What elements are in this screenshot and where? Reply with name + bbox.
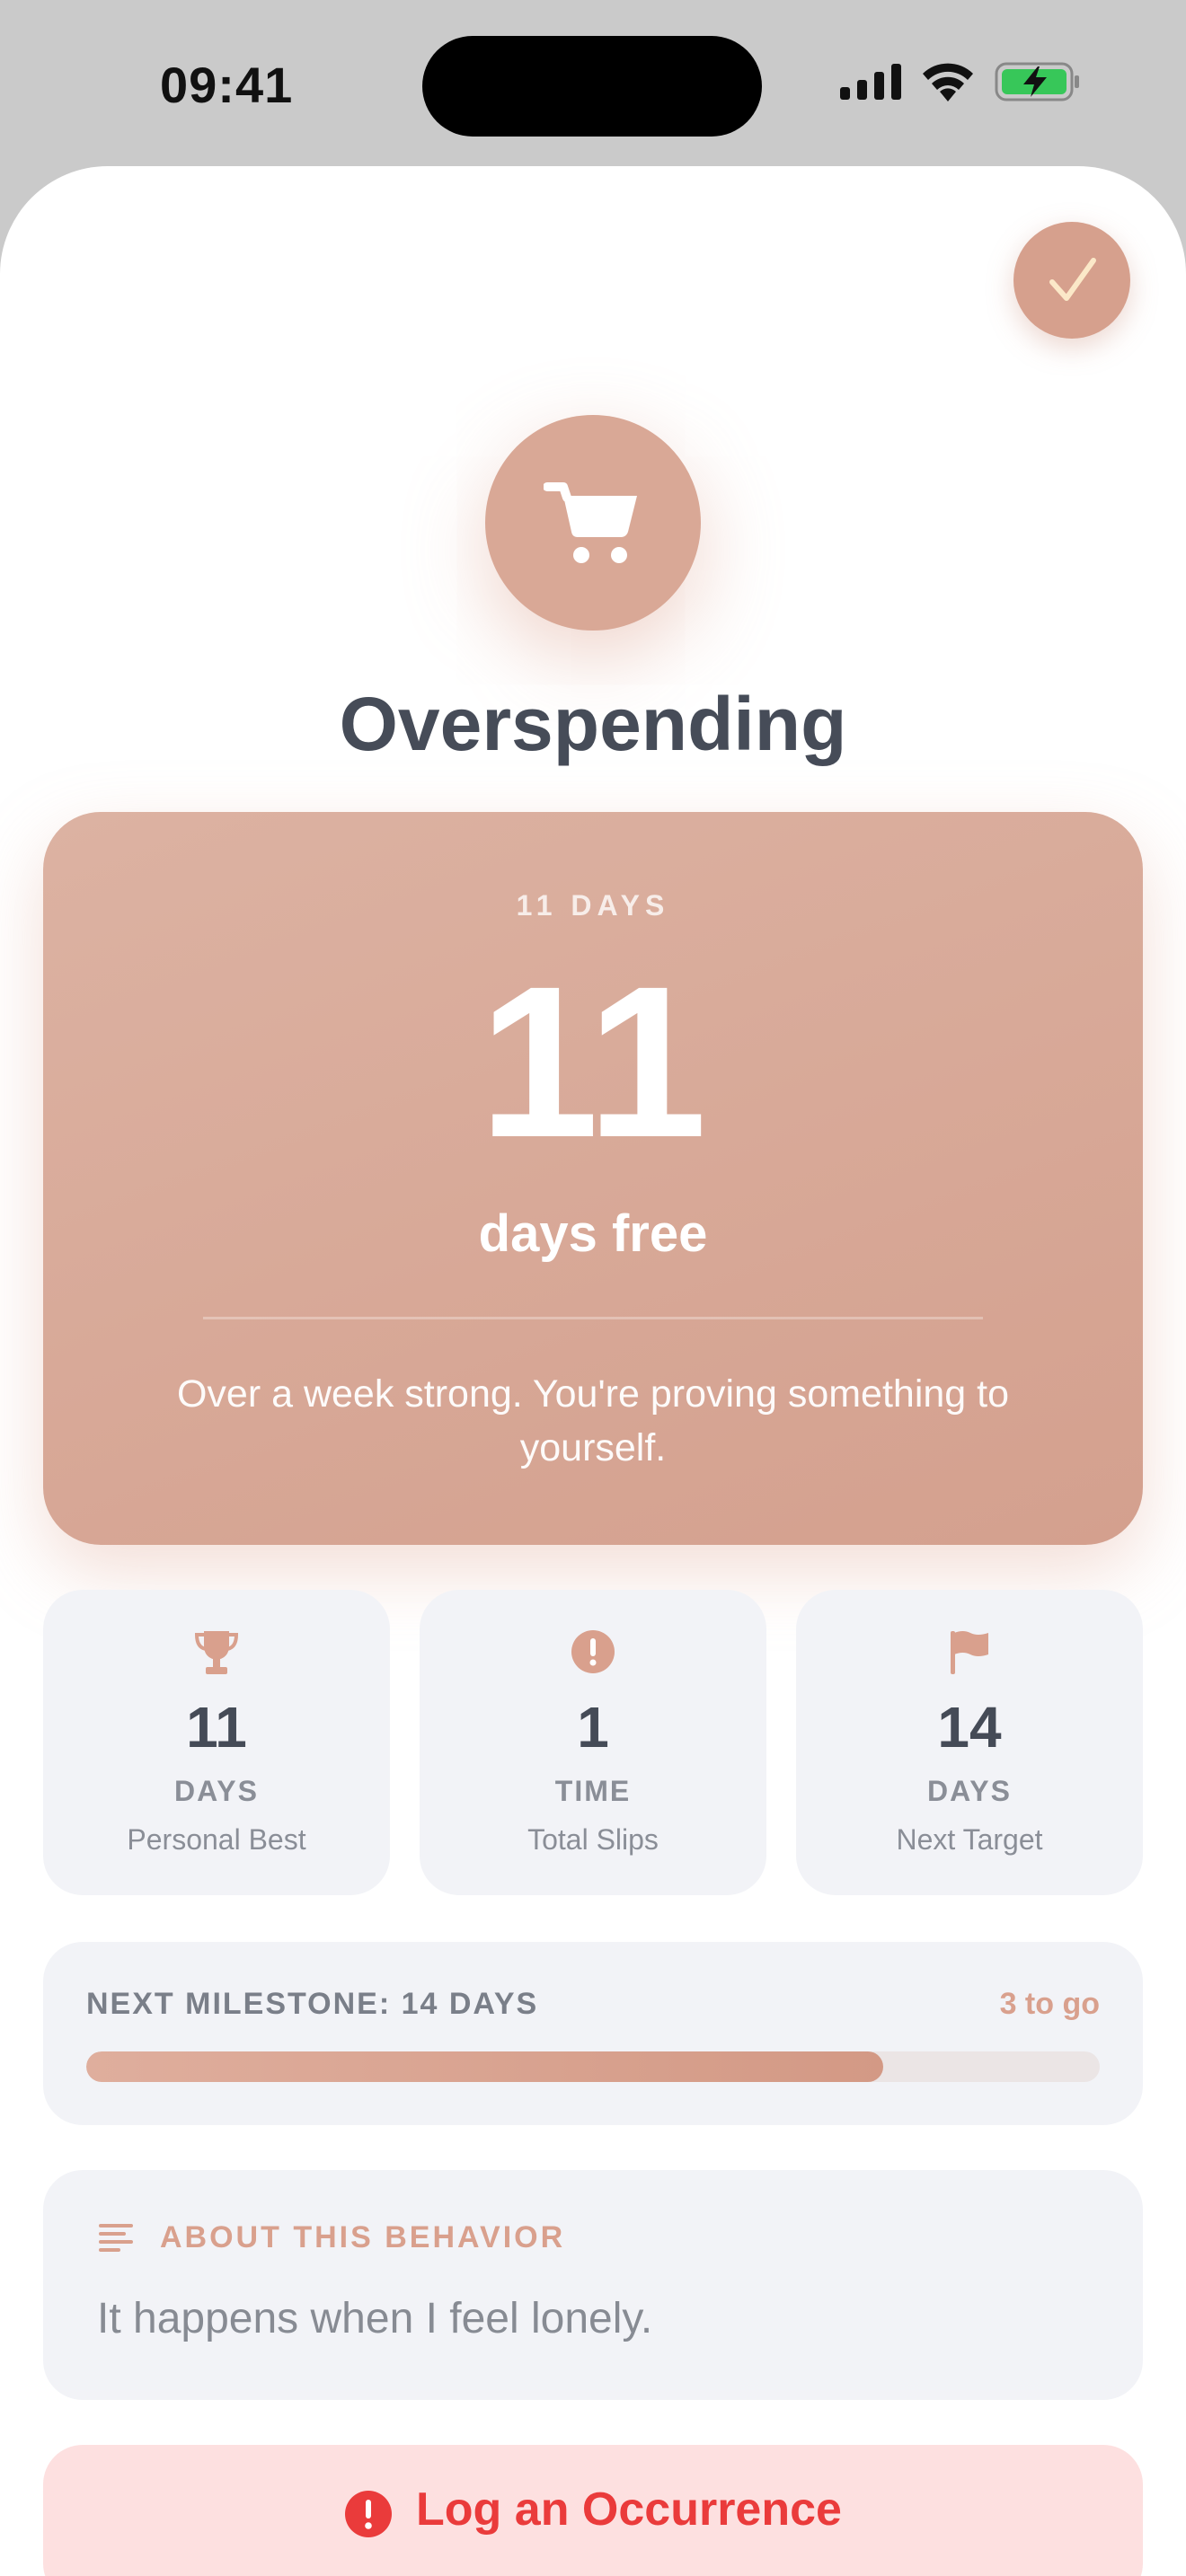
habit-title: Overspending <box>339 682 847 766</box>
stat-unit: DAYS <box>174 1775 259 1807</box>
wifi-icon <box>923 63 973 101</box>
streak-count: 11 <box>479 941 707 1182</box>
milestone-label: NEXT MILESTONE: 14 DAYS <box>86 1987 539 2021</box>
about-text: It happens when I feel lonely. <box>97 2295 653 2342</box>
log-occurrence-label: Log an Occurrence <box>416 2483 842 2536</box>
cellular-signal-icon <box>840 64 901 100</box>
stat-card-total-slips: 1 TIME Total Slips <box>420 1590 766 1895</box>
trophy-icon <box>195 1631 238 1674</box>
cart-icon <box>544 482 637 563</box>
milestone-progress-bar <box>86 2051 1100 2082</box>
streak-hero-card: 11 DAYS 11 days free Over a week strong.… <box>43 812 1143 1545</box>
stat-value: 1 <box>577 1695 609 1760</box>
milestone-card: NEXT MILESTONE: 14 DAYS 3 to go <box>43 1942 1143 2125</box>
stat-label: Total Slips <box>527 1823 659 1856</box>
habit-icon-badge <box>485 415 701 631</box>
status-icons <box>840 61 1081 102</box>
dynamic-island <box>422 36 762 137</box>
stat-unit: DAYS <box>927 1775 1012 1807</box>
streak-eyebrow: 11 DAYS <box>516 889 670 922</box>
text-lines-icon <box>99 2223 133 2252</box>
about-title: ABOUT THIS BEHAVIOR <box>160 2220 566 2254</box>
stat-value: 14 <box>937 1695 1002 1760</box>
status-time: 09:41 <box>160 57 294 113</box>
encouragement-message: Over a week strong. You're proving somet… <box>176 1372 1010 1469</box>
stat-value: 11 <box>186 1695 247 1760</box>
about-card: ABOUT THIS BEHAVIOR It happens when I fe… <box>43 2170 1143 2400</box>
log-occurrence-button[interactable]: Log an Occurrence <box>43 2445 1143 2576</box>
flag-icon <box>951 1631 988 1674</box>
exclamation-circle-icon <box>345 2491 393 2537</box>
stat-card-next-target: 14 DAYS Next Target <box>796 1590 1143 1895</box>
checkmark-icon <box>1049 258 1096 301</box>
milestone-remaining: 3 to go <box>999 1987 1100 2021</box>
stat-card-personal-best: 11 DAYS Personal Best <box>43 1590 390 1895</box>
milestone-progress-fill <box>86 2051 883 2082</box>
stat-label: Next Target <box>896 1823 1043 1856</box>
exclamation-circle-icon <box>571 1630 615 1673</box>
stat-unit: TIME <box>554 1775 632 1807</box>
done-button[interactable] <box>1013 222 1130 339</box>
battery-charging-icon <box>995 62 1079 101</box>
app-screen: 09:41 Overspending 11 DAYS 11 days free … <box>0 0 1186 2576</box>
hero-divider <box>203 1317 983 1319</box>
streak-unit: days free <box>478 1204 708 1263</box>
stat-label: Personal Best <box>127 1823 306 1856</box>
